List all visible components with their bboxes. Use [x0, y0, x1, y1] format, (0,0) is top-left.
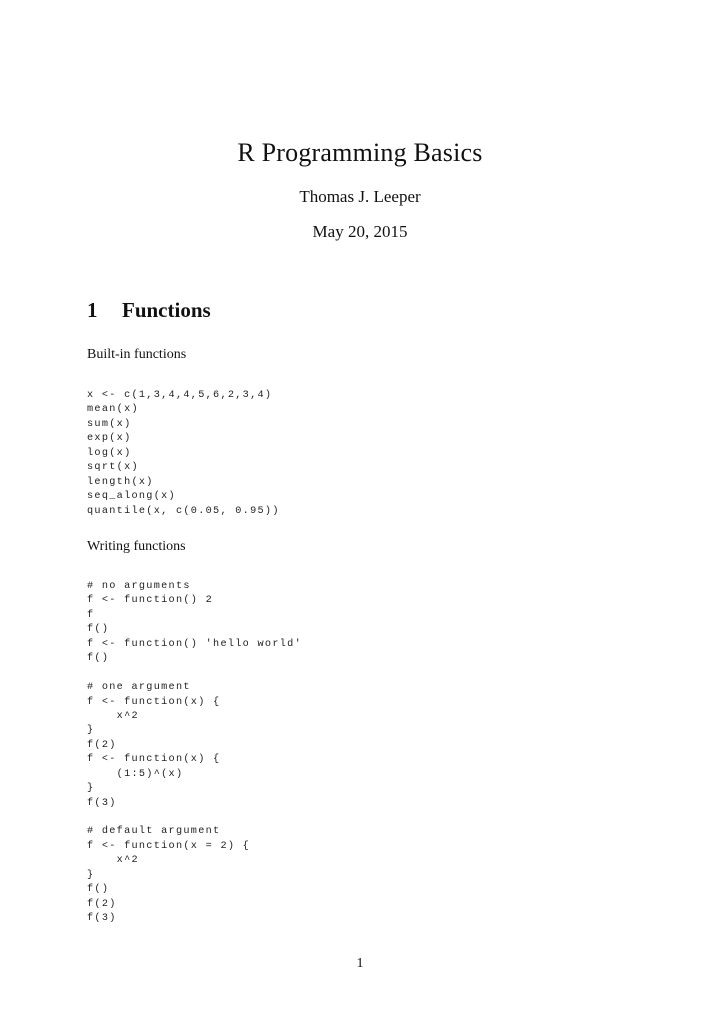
- section-number: 1: [87, 298, 98, 322]
- code-line: quantile(x, c(0.05, 0.95)): [87, 505, 280, 517]
- code-line: # default argument: [87, 826, 221, 838]
- code-block-builtin: x <- c(1,3,4,4,5,6,2,3,4) mean(x) sum(x) ex…: [87, 389, 280, 519]
- document-title: R Programming Basics: [237, 138, 483, 167]
- code-line: sum(x): [87, 418, 132, 430]
- code-line: length(x): [87, 476, 154, 488]
- code-line: f(2): [87, 898, 117, 910]
- code-line: f(2): [87, 739, 117, 751]
- code-line: f <- function() 'hello world': [87, 638, 302, 650]
- code-line: f(): [87, 653, 110, 665]
- section-heading: 1 Functions: [87, 298, 211, 323]
- code-line: f <- function() 2: [87, 595, 214, 607]
- code-block-writing: # no arguments f <- function() 2 f f() f <- …: [87, 580, 302, 927]
- code-line: }: [87, 869, 95, 881]
- page-number: 1: [356, 956, 364, 971]
- code-line: }: [87, 783, 95, 795]
- code-line: }: [87, 725, 95, 737]
- code-line: f <- function(x = 2) {: [87, 840, 251, 852]
- code-line: sqrt(x): [87, 462, 139, 474]
- code-line: x^2: [87, 855, 139, 867]
- code-line: seq_along(x): [87, 491, 176, 503]
- document-author: Thomas J. Leeper: [299, 187, 421, 206]
- code-line: # one argument: [87, 682, 191, 694]
- paragraph-writing-functions: Writing functions: [87, 539, 186, 554]
- code-line: f <- function(x) {: [87, 754, 221, 766]
- code-line: f(3): [87, 913, 117, 925]
- code-line: x^2: [87, 710, 139, 722]
- code-line: # no arguments: [87, 581, 191, 592]
- code-line: log(x): [87, 447, 132, 459]
- code-line: exp(x): [87, 433, 132, 445]
- code-line: mean(x): [87, 404, 139, 416]
- code-line: f(3): [87, 797, 117, 809]
- code-line: f(): [87, 624, 110, 636]
- section-title: Functions: [122, 298, 211, 322]
- code-line: x <- c(1,3,4,4,5,6,2,3,4): [87, 390, 273, 401]
- document-date: May 20, 2015: [312, 222, 408, 241]
- code-line: (1:5)^(x): [87, 768, 184, 780]
- code-line: f <- function(x) {: [87, 696, 221, 708]
- code-line: f(): [87, 884, 110, 896]
- paragraph-builtin-functions: Built-in functions: [87, 347, 187, 362]
- code-line: f: [87, 609, 95, 621]
